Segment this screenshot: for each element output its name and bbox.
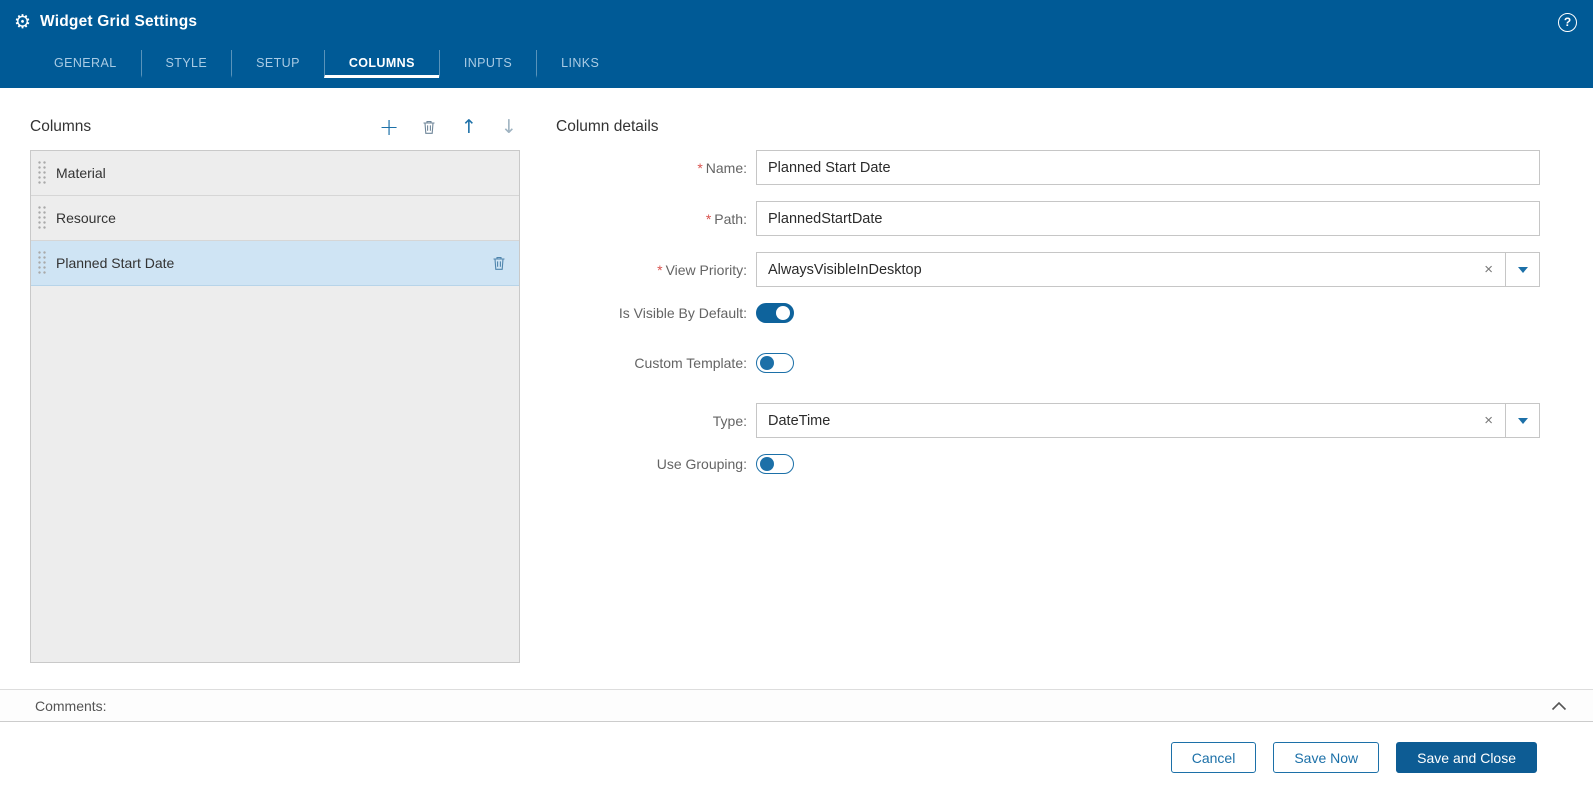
field-row-custom-template: Custom Template: (556, 353, 1540, 373)
name-field[interactable] (756, 150, 1540, 185)
type-label: Type: (712, 412, 747, 429)
tab-style[interactable]: STYLE (140, 50, 232, 78)
help-icon[interactable]: ? (1558, 12, 1577, 32)
column-details-panel: Column details *Name: *Path: *View Prior… (556, 112, 1540, 689)
tab-columns[interactable]: COLUMNS (323, 50, 439, 78)
chevron-up-icon (1551, 701, 1567, 710)
columns-toolbar: + ↑ ↓ (378, 115, 520, 139)
toggle-knob (760, 457, 774, 471)
view-priority-dropdown-button[interactable] (1506, 252, 1540, 287)
field-row-is-visible-by-default: Is Visible By Default: (556, 303, 1540, 323)
delete-column-button[interactable] (418, 116, 440, 138)
tab-bar: GENERAL STYLE SETUP COLUMNS INPUTS LINKS (0, 44, 1593, 88)
view-priority-label: * View Priority: (657, 261, 747, 278)
main-content: Columns + ↑ ↓ Material Resource Planned … (0, 88, 1593, 689)
columns-panel: Columns + ↑ ↓ Material Resource Planned … (30, 112, 520, 689)
view-priority-field[interactable] (757, 253, 1473, 286)
list-item-label: Resource (56, 210, 116, 226)
chevron-down-icon (1517, 266, 1528, 273)
tab-setup[interactable]: SETUP (231, 50, 324, 78)
list-item-label: Planned Start Date (56, 255, 175, 271)
type-value-box: × (756, 403, 1506, 438)
path-field[interactable] (756, 201, 1540, 236)
move-down-button[interactable]: ↓ (498, 116, 520, 138)
move-up-button[interactable]: ↑ (458, 116, 480, 138)
columns-panel-header: Columns + ↑ ↓ (30, 112, 520, 142)
add-column-button[interactable]: + (378, 115, 400, 139)
list-item-resource[interactable]: Resource (31, 196, 519, 241)
type-dropdown-button[interactable] (1506, 403, 1540, 438)
trash-icon (493, 257, 505, 270)
clear-icon[interactable]: × (1472, 404, 1505, 437)
columns-list: Material Resource Planned Start Date (30, 150, 520, 663)
tab-inputs[interactable]: INPUTS (438, 50, 536, 78)
use-grouping-toggle[interactable] (756, 454, 794, 474)
drag-handle-icon[interactable] (37, 250, 46, 276)
trash-icon (423, 121, 435, 134)
list-item-planned-start-date[interactable]: Planned Start Date (31, 241, 519, 286)
toggle-knob (760, 356, 774, 370)
list-item-label: Material (56, 165, 106, 181)
field-row-path: * Path: (556, 201, 1540, 236)
is-visible-by-default-toggle[interactable] (756, 303, 794, 323)
column-details-title: Column details (556, 118, 659, 135)
collapse-comments-button[interactable] (1551, 701, 1567, 711)
comments-bar: Comments: (0, 689, 1593, 722)
page-title: Widget Grid Settings (40, 13, 198, 30)
tab-general[interactable]: GENERAL (30, 50, 141, 78)
save-now-button[interactable]: Save Now (1273, 742, 1380, 773)
list-item-material[interactable]: Material (31, 151, 519, 196)
custom-template-toggle[interactable] (756, 353, 794, 373)
row-delete-button[interactable] (491, 255, 507, 271)
footer-actions: Cancel Save Now Save and Close (0, 722, 1593, 793)
custom-template-label: Custom Template: (634, 355, 747, 371)
view-priority-combobox: × (756, 252, 1540, 287)
field-row-name: * Name: (556, 150, 1540, 185)
toggle-knob (776, 306, 790, 320)
title-bar: ⚙ Widget Grid Settings ? (0, 0, 1593, 44)
tab-links[interactable]: LINKS (536, 50, 623, 78)
comments-label: Comments: (35, 697, 107, 714)
cancel-button[interactable]: Cancel (1170, 742, 1257, 773)
drag-handle-icon[interactable] (37, 160, 46, 186)
required-marker: * (657, 261, 663, 278)
drag-handle-icon[interactable] (37, 205, 46, 231)
field-row-type: Type: × (556, 403, 1540, 438)
view-priority-value-box: × (756, 252, 1506, 287)
is-visible-by-default-label: Is Visible By Default: (618, 305, 747, 321)
required-marker: * (705, 210, 712, 227)
type-combobox: × (756, 403, 1540, 438)
save-and-close-button[interactable]: Save and Close (1396, 742, 1537, 773)
chevron-down-icon (1517, 417, 1528, 424)
name-label: * Name: (697, 159, 747, 176)
use-grouping-label: Use Grouping: (656, 456, 747, 472)
path-label: * Path: (705, 210, 747, 227)
type-field[interactable] (757, 404, 1473, 437)
field-row-use-grouping: Use Grouping: (556, 454, 1540, 474)
columns-panel-title: Columns (30, 118, 92, 135)
required-marker: * (697, 159, 703, 176)
gear-icon: ⚙ (14, 10, 32, 33)
field-row-view-priority: *View Priority: × (556, 252, 1540, 287)
clear-icon[interactable]: × (1472, 253, 1505, 286)
